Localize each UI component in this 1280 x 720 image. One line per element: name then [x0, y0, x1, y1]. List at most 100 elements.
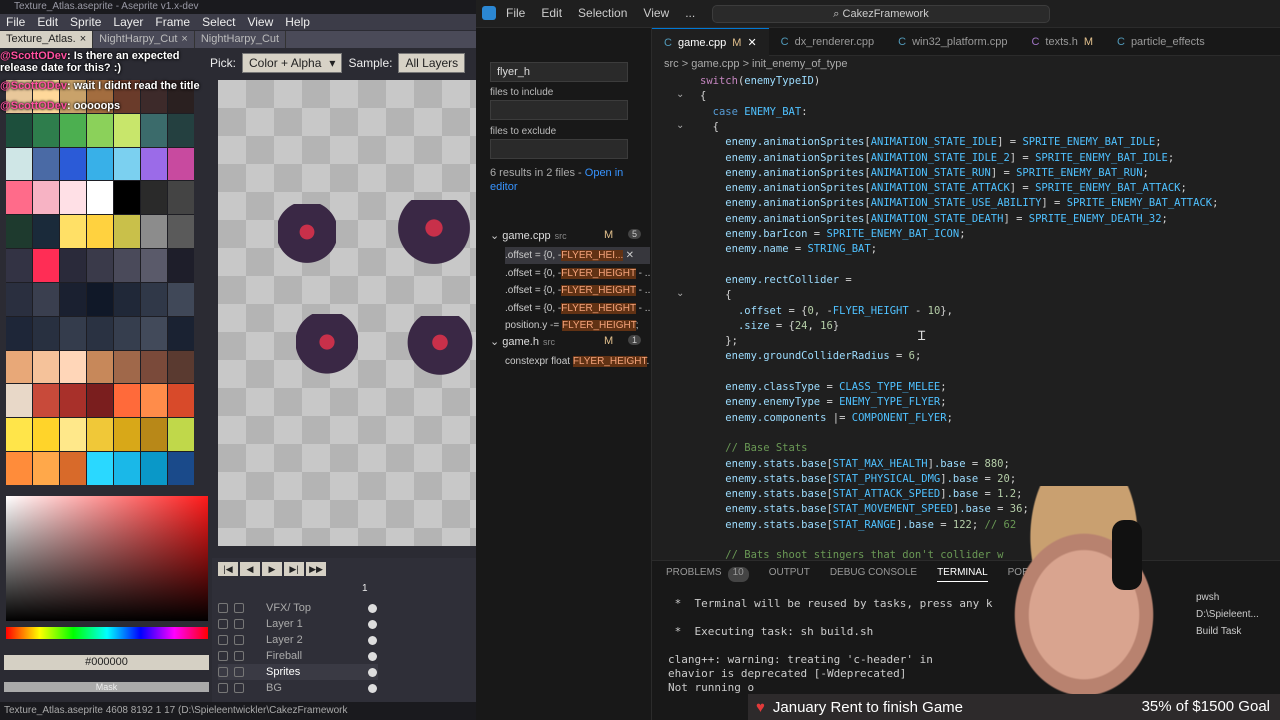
panel-tab[interactable]: 10 [727, 567, 749, 582]
menu-item[interactable]: Selection [578, 6, 627, 20]
palette-swatch[interactable] [141, 181, 167, 215]
palette-swatch[interactable] [168, 350, 194, 384]
eye-icon[interactable] [218, 603, 228, 613]
palette-swatch[interactable] [114, 384, 140, 418]
code-editor[interactable]: switch(enemyTypeID) { case ENEMY_BAT: { e… [652, 72, 1280, 560]
palette-swatch[interactable] [141, 249, 167, 282]
terminal-instance[interactable]: Build Task [1182, 623, 1280, 640]
menu-item[interactable]: Layer [113, 14, 143, 30]
menu-item[interactable]: Select [202, 14, 235, 30]
code-line[interactable]: enemy.stats.base[STAT_RANGE].base = 122;… [700, 518, 1016, 533]
code-line[interactable]: .offset = {0, -FLYER_HEIGHT - 10}, [700, 304, 953, 319]
code-line[interactable]: enemy.animationSprites[ANIMATION_STATE_I… [700, 151, 1174, 166]
palette-swatch[interactable] [168, 215, 194, 249]
palette-swatch[interactable] [114, 147, 140, 181]
palette-swatch[interactable] [114, 249, 140, 282]
palette-swatch[interactable] [33, 350, 59, 384]
code-line[interactable]: switch(enemyTypeID) [700, 74, 820, 89]
code-line[interactable]: enemy.barIcon = SPRITE_ENEMY_BAT_ICON; [700, 227, 965, 242]
layer-row[interactable]: VFX/ Top [218, 600, 378, 616]
panel-tab[interactable]: DEBUG CONSOLE [830, 567, 917, 582]
code-line[interactable]: { [700, 288, 731, 303]
code-line[interactable]: { [700, 120, 719, 135]
editor-tab[interactable]: Cdx_renderer.cpp [769, 28, 886, 56]
palette-swatch[interactable] [168, 384, 194, 418]
cel-dot[interactable] [368, 651, 377, 661]
files-exclude-input[interactable] [490, 139, 628, 159]
palette-swatch[interactable] [33, 215, 59, 249]
eye-icon[interactable] [218, 683, 228, 693]
palette-swatch[interactable] [6, 418, 32, 452]
palette-swatch[interactable] [141, 316, 167, 350]
lock-icon[interactable] [234, 635, 244, 645]
editor-tab[interactable]: Cwin32_platform.cpp [886, 28, 1019, 56]
palette-swatch[interactable] [141, 350, 167, 384]
palette-swatch[interactable] [168, 452, 194, 485]
result-match[interactable]: constexpr float FLYER_HEIGHT... [505, 353, 650, 370]
code-line[interactable]: enemy.name = STRING_BAT; [700, 242, 877, 257]
palette-swatch[interactable] [60, 215, 86, 249]
mask-button[interactable]: Mask [4, 682, 209, 692]
menu-item[interactable]: File [506, 6, 525, 20]
fold-chevron-icon[interactable]: ⌄ [676, 288, 684, 299]
result-file[interactable]: ⌄ game.cpp src M 5 [490, 229, 646, 242]
menu-item[interactable]: Edit [37, 14, 58, 30]
hex-color-field[interactable]: #000000 [4, 655, 209, 670]
files-include-input[interactable] [490, 100, 628, 120]
code-line[interactable]: enemy.enemyType = ENEMY_TYPE_FLYER; [700, 395, 946, 410]
result-match[interactable]: position.y -= FLYER_HEIGHT; [505, 317, 650, 334]
color-picker-square[interactable] [6, 496, 208, 621]
menu-item[interactable]: View [643, 6, 669, 20]
close-icon[interactable]: ✕ [747, 29, 756, 56]
editor-tab[interactable]: Cgame.cpp M ✕ [652, 28, 769, 56]
palette-swatch[interactable] [33, 452, 59, 485]
code-line[interactable]: enemy.animationSprites[ANIMATION_STATE_R… [700, 166, 1149, 181]
code-line[interactable]: enemy.groundColliderRadius = 6; [700, 349, 921, 364]
fold-chevron-icon[interactable]: ⌄ [676, 89, 684, 100]
lock-icon[interactable] [234, 619, 244, 629]
command-center[interactable]: ⌕ CakezFramework [712, 5, 1050, 23]
eye-icon[interactable] [218, 635, 228, 645]
menu-item[interactable]: View [247, 14, 273, 30]
code-line[interactable]: enemy.rectCollider = [700, 273, 851, 288]
code-line[interactable]: case ENEMY_BAT: [700, 105, 808, 120]
editor-tab[interactable]: Cparticle_effects [1105, 28, 1217, 56]
palette-swatch[interactable] [87, 282, 113, 316]
lock-icon[interactable] [234, 651, 244, 661]
palette-swatch[interactable] [168, 249, 194, 282]
code-line[interactable]: // Bats shoot stingers that don't collid… [700, 548, 1003, 560]
palette-swatch[interactable] [33, 384, 59, 418]
sprite-canvas[interactable] [218, 80, 476, 546]
palette-swatch[interactable] [33, 418, 59, 452]
panel-tab[interactable]: PROBLEMS [666, 567, 722, 582]
sample-select[interactable]: All Layers [398, 53, 466, 73]
frame-number[interactable]: 1 [362, 583, 368, 594]
next-frame-icon[interactable]: ▶| [284, 562, 304, 576]
palette-swatch[interactable] [60, 249, 86, 282]
palette-swatch[interactable] [60, 316, 86, 350]
palette-swatch[interactable] [6, 181, 32, 215]
code-line[interactable]: }; [700, 334, 738, 349]
palette-swatch[interactable] [168, 282, 194, 316]
eye-icon[interactable] [218, 651, 228, 661]
palette-swatch[interactable] [60, 418, 86, 452]
menu-item[interactable]: Frame [155, 14, 190, 30]
palette-swatch[interactable] [33, 282, 59, 316]
palette-swatch[interactable] [168, 316, 194, 350]
palette-swatch[interactable] [6, 215, 32, 249]
code-line[interactable]: enemy.animationSprites[ANIMATION_STATE_U… [700, 196, 1218, 211]
palette-swatch[interactable] [114, 452, 140, 485]
palette-swatch[interactable] [60, 181, 86, 215]
play-icon[interactable]: ▶ [262, 562, 282, 576]
menu-item[interactable]: File [6, 14, 25, 30]
palette-swatch[interactable] [6, 350, 32, 384]
palette-swatch[interactable] [33, 249, 59, 282]
terminal-instance[interactable]: pwsh [1182, 589, 1280, 606]
first-frame-icon[interactable]: |◀ [218, 562, 238, 576]
menu-item[interactable]: ... [685, 6, 695, 20]
result-match[interactable]: .offset = {0, -FLYER_HEIGHT - ... [505, 282, 650, 299]
file-tab[interactable]: NightHarpy_Cut [195, 31, 287, 48]
palette-swatch[interactable] [87, 452, 113, 485]
palette-swatch[interactable] [168, 181, 194, 215]
palette-swatch[interactable] [87, 418, 113, 452]
